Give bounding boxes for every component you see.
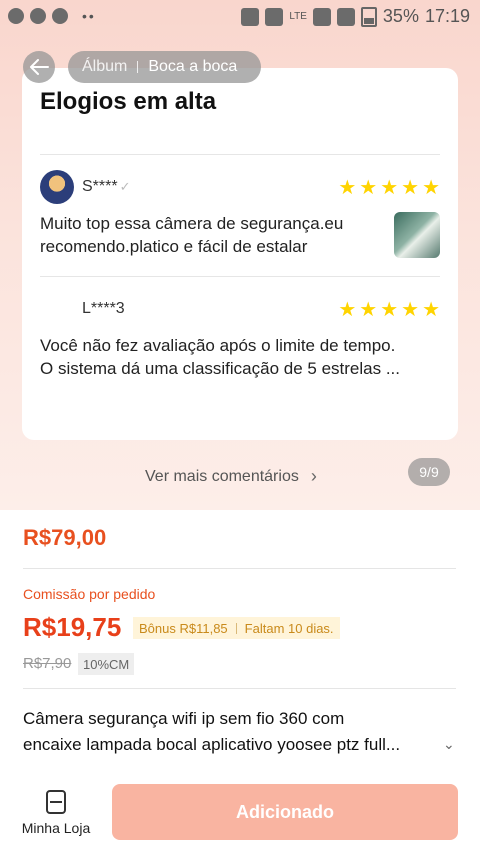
star-icon: ★	[359, 299, 378, 321]
star-icon: ★	[422, 177, 440, 199]
star-icon: ★	[380, 177, 399, 199]
review-user-name: S****	[82, 178, 118, 195]
old-commission: R$7,90	[23, 655, 72, 672]
more-notifications-icon: ••	[82, 8, 96, 24]
divider	[40, 154, 440, 155]
star-icon: ★	[338, 299, 357, 321]
review-user-name: L****3	[82, 300, 125, 317]
commission-value: R$19,75	[23, 612, 122, 642]
tab-separator	[137, 61, 139, 73]
review-text-line: Muito top essa câmera de segurança.eu	[40, 214, 344, 233]
clock-icon	[265, 7, 284, 26]
star-rating: ★ ★ ★ ★ ★	[338, 178, 440, 198]
battery-percent: 35%	[382, 6, 419, 26]
star-icon: ★	[401, 299, 420, 321]
product-price: R$79,00	[23, 525, 107, 550]
bottom-action-bar: Minha Loja Adicionado	[0, 770, 480, 854]
wifi-icon	[312, 7, 331, 26]
battery-icon	[360, 6, 377, 27]
star-icon: ★	[401, 177, 420, 199]
network-type: LTE	[289, 10, 307, 22]
my-store-label: Minha Loja	[21, 820, 91, 836]
star-icon: ★	[359, 177, 378, 199]
product-title-line: Câmera segurança wifi ip sem fio 360 com	[23, 709, 345, 728]
commission-label: Comissão por pedido	[23, 586, 156, 602]
review-text-line: recomendo.platico e fácil de estalar	[40, 237, 308, 256]
expand-chevron-icon[interactable]: ⌄	[443, 736, 455, 753]
alarm-icon	[241, 7, 260, 26]
page-indicator: 9/9	[408, 458, 450, 486]
notification-icon	[52, 8, 68, 24]
review-photo-thumbnail[interactable]	[394, 212, 440, 258]
store-icon	[46, 790, 66, 814]
clock-time: 17:19	[424, 6, 470, 26]
bonus-separator	[235, 622, 237, 634]
review-text-line: O sistema dá uma classificação de 5 estr…	[40, 359, 400, 378]
divider	[23, 688, 456, 689]
avatar	[40, 170, 74, 204]
review-text: Muito top essa câmera de segurança.eu re…	[40, 212, 343, 258]
review-user: S**** ✓	[82, 178, 130, 196]
product-title-line: encaixe lampada bocal aplicativo yoosee …	[23, 735, 401, 754]
star-icon: ★	[380, 299, 399, 321]
divider	[23, 568, 456, 569]
verified-check-icon: ✓	[119, 179, 131, 194]
review-item[interactable]: L****3 ★ ★ ★ ★ ★ Você não fez avaliação …	[40, 292, 440, 392]
back-button[interactable]	[23, 51, 55, 83]
review-text-line: Você não fez avaliação após o limite de …	[40, 336, 396, 355]
product-title[interactable]: Câmera segurança wifi ip sem fio 360 com…	[23, 706, 443, 758]
bonus-deadline: Faltam 10 dias.	[244, 620, 334, 636]
commission-rate-badge: 10%CM	[78, 653, 135, 675]
divider	[40, 276, 440, 277]
my-store-button[interactable]: Minha Loja	[20, 790, 92, 836]
notification-icons: ••	[8, 8, 96, 24]
chevron-right-icon: ›	[310, 466, 317, 486]
reviews-card: Elogios em alta S**** ✓ ★ ★ ★ ★ ★ Muito t…	[22, 68, 458, 440]
bonus-badge: Bônus R$11,85 Faltam 10 dias.	[133, 617, 340, 639]
notification-icon	[8, 8, 24, 24]
notification-icon	[30, 8, 46, 24]
star-rating: ★ ★ ★ ★ ★	[338, 300, 440, 320]
signal-icon	[336, 7, 355, 26]
review-item[interactable]: S**** ✓ ★ ★ ★ ★ ★ Muito top essa câmera d…	[40, 170, 440, 266]
back-arrow-icon	[30, 59, 49, 75]
tab-album[interactable]: Álbum	[68, 58, 127, 76]
see-more-comments-link[interactable]: Ver mais comentários ›	[145, 466, 317, 487]
star-icon: ★	[338, 177, 357, 199]
review-user: L****3	[82, 300, 125, 318]
tab-bar: Álbum Boca a boca	[68, 51, 261, 83]
review-text: Você não fez avaliação após o limite de …	[40, 334, 400, 380]
status-bar: •• LTE 35% 17:19	[0, 0, 480, 34]
star-icon: ★	[422, 299, 440, 321]
tab-boca-a-boca[interactable]: Boca a boca	[148, 58, 237, 76]
system-indicators: LTE 35% 17:19	[241, 6, 470, 27]
reviews-title: Elogios em alta	[40, 88, 217, 115]
bonus-amount: Bônus R$11,85	[139, 620, 228, 636]
added-button[interactable]: Adicionado	[112, 784, 458, 840]
see-more-label: Ver mais comentários	[145, 467, 299, 485]
